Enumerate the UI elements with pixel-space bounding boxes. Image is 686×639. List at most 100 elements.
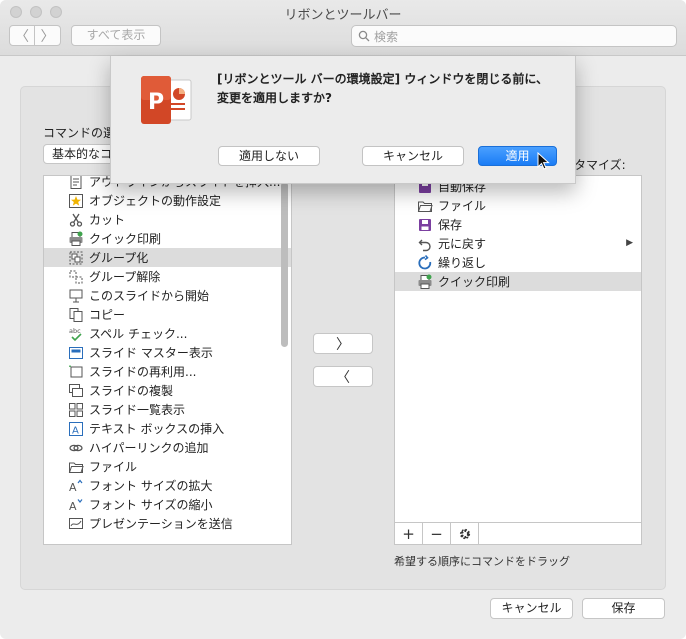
save-button[interactable]: 保存 — [582, 598, 665, 619]
search-placeholder: 検索 — [374, 29, 399, 44]
command-list-item[interactable]: クイック印刷 — [44, 229, 291, 248]
command-list-item[interactable]: ファイル — [44, 457, 291, 476]
remove-from-toolbar-button[interactable]: 〈 — [313, 366, 373, 387]
svg-text:A: A — [69, 500, 77, 513]
copy-icon — [68, 307, 84, 323]
font-shrink-icon: A — [68, 497, 84, 513]
add-command-button[interactable]: + — [395, 523, 423, 544]
svg-text:A: A — [69, 481, 77, 494]
command-list-item[interactable]: スライドの複製 — [44, 381, 291, 400]
dialog-cancel-button[interactable]: キャンセル — [362, 146, 464, 166]
command-list-item[interactable]: コピー — [44, 305, 291, 324]
command-list-item[interactable]: スライドの再利用... — [44, 362, 291, 381]
command-list-item-label: スライドの複製 — [89, 384, 174, 398]
command-list-item-label: スペル チェック... — [89, 327, 188, 341]
back-button[interactable]: 〈 — [9, 25, 35, 46]
command-list-item[interactable]: abc スペル チェック... — [44, 324, 291, 343]
command-list-item-label: クイック印刷 — [89, 232, 162, 246]
toolbar-command-list[interactable]: 自動保存 ファイル 保存 元に戻す ▶ 繰り返し クイック印刷 — [394, 175, 642, 523]
command-list-item[interactable]: オブジェクトの動作設定 — [44, 191, 291, 210]
toolbar-list-item-label: クイック印刷 — [438, 275, 511, 289]
toolbar-list-item-label: 保存 — [438, 218, 463, 232]
command-list-item-label: グループ化 — [89, 251, 149, 265]
command-list-item[interactable]: プレゼンテーションを送信 — [44, 514, 291, 533]
preferences-window: リボンとツールバー 〈 〉 すべて表示 検索 コマンドの選 基本的なコ スタマイ… — [0, 0, 686, 639]
duplicate-slide-icon — [68, 383, 84, 399]
star-action-icon — [68, 193, 84, 209]
outline-insert-icon — [68, 176, 84, 190]
mouse-cursor-icon — [537, 152, 550, 170]
toolbar-list-item[interactable]: ファイル — [395, 196, 641, 215]
dialog-message-line1: [リボンとツール バーの環境設定] ウィンドウを閉じる前に、 — [217, 72, 548, 86]
redo-icon — [417, 254, 433, 271]
printer-icon — [417, 274, 433, 290]
command-list-item-label: プレゼンテーションを送信 — [89, 517, 233, 531]
command-list-item[interactable]: このスライドから開始 — [44, 286, 291, 305]
command-list[interactable]: アウトラインからスライドを挿入...オブジェクトの動作設定カットクイック印刷グル… — [43, 175, 292, 545]
command-list-item[interactable]: A フォント サイズの拡大 — [44, 476, 291, 495]
command-list-item-label: ファイル — [89, 460, 138, 474]
folder-icon — [417, 198, 433, 214]
spellcheck-icon: abc — [68, 326, 84, 342]
slide-master-icon — [68, 345, 84, 361]
ungroup-icon — [68, 269, 84, 285]
toolbar-list-item[interactable]: 繰り返し — [395, 253, 641, 272]
chevron-right-icon: 〉 — [40, 28, 55, 45]
dialog-message: [リボンとツール バーの環境設定] ウィンドウを閉じる前に、 変更を適用しますか… — [217, 70, 548, 108]
textbox-icon: A — [68, 421, 84, 437]
add-to-toolbar-button[interactable]: 〉 — [313, 333, 373, 354]
command-list-item[interactable]: グループ解除 — [44, 267, 291, 286]
toolbar-list-item[interactable]: 保存 — [395, 215, 641, 234]
command-list-item-label: グループ解除 — [89, 270, 161, 284]
toolbar-list-controls: + − — [394, 523, 642, 545]
submenu-arrow-icon: ▶ — [626, 238, 633, 248]
command-list-item[interactable]: グループ化 — [44, 248, 291, 267]
toolbar-list-item-label: ファイル — [438, 199, 487, 213]
command-list-item-label: フォント サイズの縮小 — [89, 498, 213, 512]
gear-icon — [459, 528, 470, 539]
toolbar-list-item-label: 元に戻す — [438, 237, 487, 251]
command-list-item[interactable]: スライド一覧表示 — [44, 400, 291, 419]
reuse-slide-icon — [68, 364, 84, 380]
command-list-item[interactable]: A テキスト ボックスの挿入 — [44, 419, 291, 438]
apply-changes-dialog: P [リボンとツール バーの環境設定] ウィンドウを閉じる前に、 変更を適用しま… — [110, 56, 576, 184]
titlebar: リボンとツールバー 〈 〉 すべて表示 検索 — [0, 0, 686, 56]
group-icon — [68, 250, 84, 266]
chevron-left-icon: 〈 — [15, 28, 29, 45]
command-list-item-label: カット — [89, 213, 126, 227]
command-list-item[interactable]: A フォント サイズの縮小 — [44, 495, 291, 514]
chevron-left-icon: 〈 — [336, 369, 350, 386]
command-list-item[interactable]: スライド マスター表示 — [44, 343, 291, 362]
powerpoint-icon: P — [141, 76, 192, 124]
svg-text:abc: abc — [69, 327, 81, 335]
send-icon — [68, 516, 84, 532]
toolbar-list-item[interactable]: クイック印刷 — [395, 272, 641, 291]
svg-text:A: A — [72, 425, 79, 436]
dont-apply-button[interactable]: 適用しない — [218, 146, 320, 166]
cancel-button[interactable]: キャンセル — [490, 598, 573, 619]
forward-button[interactable]: 〉 — [35, 25, 61, 46]
font-grow-icon: A — [68, 478, 84, 494]
command-list-item-label: このスライドから開始 — [89, 289, 210, 303]
toolbar-list-item-label: 繰り返し — [438, 256, 487, 270]
printer-icon — [68, 231, 84, 247]
scissors-icon — [68, 212, 84, 228]
command-list-item-label: コピー — [89, 308, 126, 322]
search-field[interactable]: 検索 — [351, 25, 677, 47]
remove-command-button[interactable]: − — [423, 523, 451, 544]
link-icon — [68, 440, 84, 456]
toolbar-list-item[interactable]: 元に戻す ▶ — [395, 234, 641, 253]
show-all-button[interactable]: すべて表示 — [71, 25, 161, 46]
command-list-scrollbar[interactable] — [281, 182, 288, 347]
slide-sorter-icon — [68, 402, 84, 418]
command-list-item-label: オブジェクトの動作設定 — [89, 194, 222, 208]
gear-button[interactable] — [451, 523, 479, 544]
dialog-message-line2: 変更を適用しますか? — [217, 91, 332, 105]
command-list-item[interactable]: カット — [44, 210, 291, 229]
command-list-item-label: スライド マスター表示 — [89, 346, 213, 360]
folder-icon — [68, 459, 84, 475]
chevron-right-icon: 〉 — [336, 336, 350, 353]
presentation-screen-icon — [68, 288, 84, 304]
svg-text:P: P — [148, 90, 164, 115]
command-list-item[interactable]: ハイパーリンクの追加 — [44, 438, 291, 457]
